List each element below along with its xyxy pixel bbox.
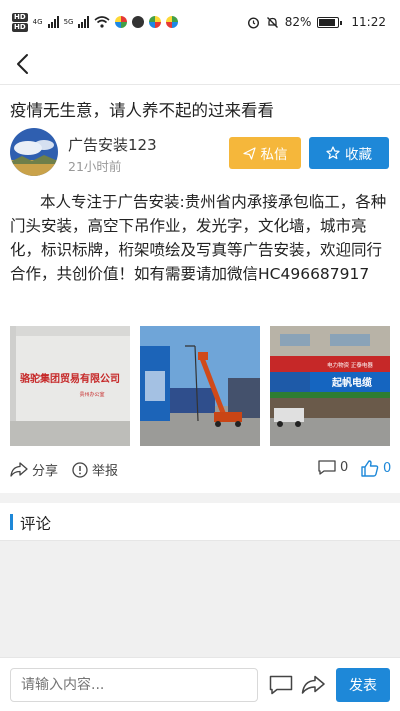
alarm-icon <box>247 16 259 29</box>
section-separator <box>0 493 400 503</box>
comment-count: 0 <box>340 460 349 475</box>
share-icon <box>10 461 28 477</box>
post-action-bar: 分享 举报 0 0 <box>0 456 400 486</box>
app-notification-icon <box>115 16 128 28</box>
battery-icon <box>317 16 343 28</box>
comment-section-title: 评论 <box>20 515 52 533</box>
network-type-1: 4G <box>32 18 43 26</box>
comment-composer: 发表 <box>0 657 400 711</box>
author-name[interactable]: 广告安装123 <box>68 134 157 155</box>
status-left: HD HD 4G 5G <box>12 12 179 32</box>
send-button[interactable]: 发表 <box>336 668 390 702</box>
send-icon <box>242 146 256 160</box>
share-icon <box>301 675 325 694</box>
photo-gallery: 骆驼集团贸易有限公司 贵州办公室 电力物资 正泰电器 起帆电缆 <box>10 326 390 446</box>
comment-icon <box>318 460 336 475</box>
photo-thumbnail[interactable]: 电力物资 正泰电器 起帆电缆 <box>270 326 390 446</box>
report-button[interactable]: 举报 <box>72 460 118 479</box>
app-notification-icon <box>166 16 179 28</box>
share-composer-button[interactable] <box>300 672 326 698</box>
divider <box>0 84 400 85</box>
warning-icon <box>72 461 88 478</box>
emoji-comment-button[interactable] <box>268 672 294 698</box>
post-body: 本人专注于广告安装:贵州省内承接承包临工，各种门头安装，高空下吊作业，发光字，文… <box>10 193 387 283</box>
favorite-label: 收藏 <box>345 147 372 163</box>
share-label: 分享 <box>32 464 59 479</box>
mute-icon <box>266 16 278 28</box>
back-button[interactable] <box>8 50 36 78</box>
section-accent-bar <box>10 514 13 530</box>
photo-sign-text: 起帆电缆 <box>331 376 372 389</box>
photo-sub-text: 电力物资 正泰电器 <box>327 361 373 369</box>
photo-office-wall: 骆驼集团贸易有限公司 贵州办公室 <box>10 326 130 446</box>
post-title: 疫情无生意，请人养不起的过来看看 <box>10 101 274 120</box>
status-bar: HD HD 4G 5G 82% 11:22 <box>0 0 400 44</box>
private-message-button[interactable]: 私信 <box>229 137 301 169</box>
network-type-2: 5G <box>63 18 74 26</box>
photo-sign-text: 骆驼集团贸易有限公司 <box>20 372 120 385</box>
avatar-image <box>10 128 58 176</box>
photo-storefront: 电力物资 正泰电器 起帆电缆 <box>270 326 390 446</box>
comment-input[interactable] <box>10 668 258 702</box>
comment-section-header: 评论 <box>0 503 400 541</box>
battery-percent: 82% <box>284 15 312 29</box>
hd-indicator: HD HD <box>12 12 28 32</box>
share-button[interactable]: 分享 <box>10 460 58 479</box>
nav-bar <box>0 44 400 84</box>
app-notification-icon <box>149 16 162 28</box>
avatar[interactable] <box>10 128 58 176</box>
favorite-button[interactable]: 收藏 <box>309 137 389 169</box>
wifi-icon <box>94 16 110 28</box>
post-time: 21小时前 <box>68 159 122 174</box>
chevron-left-icon <box>17 54 28 74</box>
photo-sub-text: 贵州办公室 <box>79 391 104 398</box>
photo-thumbnail[interactable]: 骆驼集团贸易有限公司 贵州办公室 <box>10 326 130 446</box>
comment-icon <box>269 675 293 695</box>
private-message-label: 私信 <box>260 147 288 163</box>
signal-icon-2 <box>78 16 90 28</box>
comment-count-button[interactable]: 0 <box>318 460 348 475</box>
star-icon <box>326 146 340 160</box>
signal-icon <box>47 16 59 28</box>
photo-thumbnail[interactable] <box>140 326 260 446</box>
comment-list <box>0 541 400 657</box>
like-button[interactable]: 0 <box>361 460 391 477</box>
report-label: 举报 <box>92 464 119 479</box>
photo-aerial-lift <box>140 326 260 446</box>
clock: 11:22 <box>351 15 386 29</box>
app-notification-icon <box>132 16 145 28</box>
status-right: 82% 11:22 <box>247 15 386 29</box>
thumbs-up-icon <box>361 460 379 477</box>
like-count: 0 <box>383 461 392 476</box>
